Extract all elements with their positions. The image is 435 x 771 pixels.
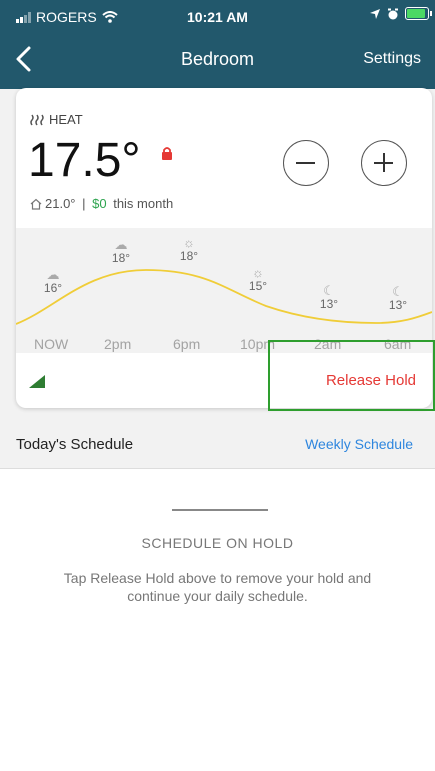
forecast-item: ☾ 13° bbox=[383, 285, 413, 312]
forecast-curve bbox=[16, 269, 432, 325]
setpoint-temperature: 17.5° bbox=[28, 134, 141, 187]
top-bar: ROGERS 10:21 AM Bedroom Settings bbox=[0, 0, 435, 89]
release-hold-highlight bbox=[268, 340, 435, 411]
indoor-temp: 21.0° bbox=[45, 196, 76, 211]
minus-icon bbox=[296, 162, 315, 164]
cost-suffix: this month bbox=[109, 196, 174, 211]
status-right bbox=[369, 7, 432, 20]
forecast-item: ☼ 15° bbox=[243, 266, 273, 293]
divider bbox=[172, 509, 268, 511]
forecast-temp: 18° bbox=[111, 251, 131, 265]
alarm-icon bbox=[388, 8, 398, 19]
forecast-item: ☁ 16° bbox=[38, 268, 68, 295]
forecast-temp: 16° bbox=[43, 281, 63, 295]
home-icon bbox=[30, 198, 42, 210]
schedule-title: Today's Schedule bbox=[16, 436, 134, 453]
indoor-info: 21.0° | $0 this month bbox=[30, 196, 173, 211]
time-label: 6pm bbox=[173, 336, 201, 352]
settings-button[interactable]: Settings bbox=[363, 50, 421, 68]
forecast-item: ☾ 13° bbox=[314, 284, 344, 311]
weekly-schedule-link[interactable]: Weekly Schedule bbox=[305, 436, 413, 452]
schedule-panel: SCHEDULE ON HOLD Tap Release Hold above … bbox=[0, 468, 435, 771]
sun-icon: ☼ bbox=[252, 265, 264, 280]
plus-icon bbox=[383, 153, 385, 172]
forecast-strip: ☁ 16° ☁ 18° ☼ 18° ☼ 15° ☾ 13° ☾ 13° NOW … bbox=[16, 228, 432, 353]
forecast-temp: 13° bbox=[388, 298, 408, 312]
battery-icon bbox=[405, 7, 432, 20]
decrease-temp-button[interactable] bbox=[283, 140, 329, 186]
forecast-item: ☁ 18° bbox=[106, 238, 136, 265]
forecast-temp: 13° bbox=[319, 297, 339, 311]
forecast-temp: 18° bbox=[179, 249, 199, 263]
signal-strength-icon bbox=[29, 375, 45, 388]
partly-cloudy-icon: ☁ bbox=[114, 237, 128, 252]
increase-temp-button[interactable] bbox=[361, 140, 407, 186]
schedule-header: Today's Schedule Weekly Schedule bbox=[0, 418, 435, 468]
location-arrow-icon bbox=[370, 8, 380, 19]
monthly-cost: $0 bbox=[92, 196, 107, 211]
forecast-item: ☼ 18° bbox=[174, 236, 204, 263]
schedule-hold-message: Tap Release Hold above to remove your ho… bbox=[63, 570, 372, 604]
separator: | bbox=[78, 196, 90, 211]
nav-bar: Bedroom Settings bbox=[0, 34, 435, 89]
partly-cloudy-icon: ☁ bbox=[46, 267, 60, 282]
mode-indicator: HEAT bbox=[30, 112, 83, 127]
moon-icon: ☾ bbox=[392, 284, 404, 299]
heat-waves-icon bbox=[30, 114, 44, 125]
lock-icon bbox=[162, 147, 172, 160]
moon-icon: ☾ bbox=[323, 283, 335, 298]
mode-label: HEAT bbox=[49, 112, 83, 127]
time-label: 2pm bbox=[104, 336, 132, 352]
schedule-hold-title: SCHEDULE ON HOLD bbox=[141, 535, 294, 551]
forecast-temp: 15° bbox=[248, 279, 268, 293]
time-label: NOW bbox=[34, 336, 69, 352]
status-bar: ROGERS 10:21 AM bbox=[0, 0, 435, 34]
sun-icon: ☼ bbox=[183, 235, 195, 250]
